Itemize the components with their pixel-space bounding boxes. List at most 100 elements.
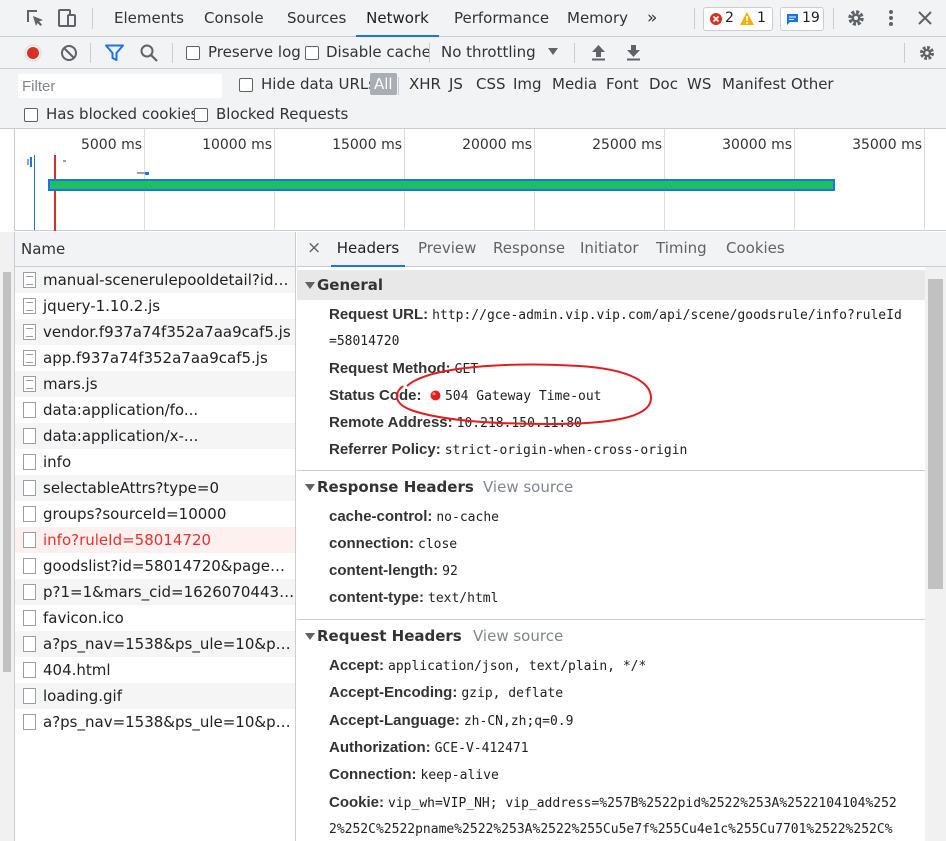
more-options-icon[interactable] bbox=[880, 7, 902, 29]
scrollbar-thumb[interactable] bbox=[3, 272, 11, 672]
request-name: 404.html bbox=[43, 661, 111, 679]
filter-type-doc[interactable]: Doc bbox=[649, 75, 678, 93]
response-view-source-link[interactable]: View source bbox=[483, 472, 573, 502]
tab-timing[interactable]: Timing bbox=[656, 232, 707, 267]
cookie-value-cont: 2%252C%2522pname%2522%253A%2522%255Cu5e7… bbox=[329, 822, 893, 837]
tab-headers[interactable]: Headers bbox=[331, 232, 405, 267]
request-header-row: Accept-Encoding: gzip, deflate bbox=[329, 684, 929, 701]
messages-counter[interactable]: 19 bbox=[780, 7, 824, 31]
response-header-row: content-length: 92 bbox=[329, 562, 929, 579]
response-headers-section-header[interactable]: Response Headers View source bbox=[297, 472, 925, 502]
request-name: mars.js bbox=[43, 375, 98, 393]
clear-icon[interactable] bbox=[60, 44, 78, 62]
name-column-header[interactable]: Name bbox=[15, 232, 295, 267]
filter-type-ws[interactable]: WS bbox=[687, 75, 711, 93]
header-value: application/json, text/plain, */* bbox=[388, 659, 647, 674]
tab-initiator[interactable]: Initiator bbox=[580, 232, 639, 267]
close-devtools-icon[interactable] bbox=[914, 7, 936, 29]
request-row[interactable]: selectableAttrs?type=0 bbox=[15, 475, 295, 501]
separator bbox=[429, 43, 430, 63]
settings-gear-icon[interactable] bbox=[845, 7, 867, 29]
request-row[interactable]: vendor.f937a74f352a7aa9caf5.js bbox=[15, 319, 295, 345]
device-toolbar-icon[interactable] bbox=[56, 7, 78, 29]
filter-type-media[interactable]: Media bbox=[552, 75, 597, 93]
request-url-value-cont: =58014720 bbox=[329, 334, 400, 349]
request-view-source-link[interactable]: View source bbox=[473, 621, 563, 651]
request-row[interactable]: info?ruleId=58014720 bbox=[15, 527, 295, 553]
disable-cache-checkbox[interactable] bbox=[305, 46, 319, 60]
request-row[interactable]: p?1=1&mars_cid=1626070443042_... bbox=[15, 579, 295, 605]
has-blocked-cookies-checkbox[interactable] bbox=[24, 108, 38, 122]
request-row[interactable]: 404.html bbox=[15, 657, 295, 683]
blocked-requests-checkbox[interactable] bbox=[194, 108, 208, 122]
export-har-icon[interactable] bbox=[626, 44, 641, 61]
message-count: 19 bbox=[802, 10, 820, 26]
request-row[interactable]: favicon.ico bbox=[15, 605, 295, 631]
filter-type-xhr[interactable]: XHR bbox=[409, 75, 441, 93]
filter-type-js[interactable]: JS bbox=[449, 75, 463, 93]
request-row[interactable]: loading.gif bbox=[15, 683, 295, 709]
request-row[interactable]: jquery-1.10.2.js bbox=[15, 293, 295, 319]
blank-file-icon bbox=[23, 636, 36, 652]
more-tabs-button[interactable]: » bbox=[647, 0, 657, 37]
filter-type-manifest[interactable]: Manifest bbox=[722, 75, 786, 93]
general-section-header[interactable]: General bbox=[297, 270, 925, 300]
throttling-select[interactable]: No throttling bbox=[441, 43, 536, 61]
header-key: Cookie: bbox=[329, 793, 385, 811]
request-name: selectableAttrs?type=0 bbox=[43, 479, 220, 497]
response-header-row: cache-control: no-cache bbox=[329, 508, 929, 525]
filter-type-other[interactable]: Other bbox=[791, 75, 834, 93]
tab-cookies[interactable]: Cookies bbox=[726, 232, 785, 267]
details-scrollbar[interactable] bbox=[925, 267, 946, 841]
tab-preview[interactable]: Preview bbox=[418, 232, 476, 267]
close-details-button[interactable]: × bbox=[307, 232, 321, 267]
filter-input[interactable] bbox=[18, 74, 222, 98]
blank-file-icon bbox=[23, 402, 36, 418]
request-row[interactable]: app.f937a74f352a7aa9caf5.js bbox=[15, 345, 295, 371]
tick-label: 35000 ms bbox=[852, 137, 922, 153]
separator bbox=[694, 8, 695, 29]
blank-file-icon bbox=[23, 532, 36, 548]
header-key: Accept: bbox=[329, 657, 385, 674]
request-row[interactable]: groups?sourceId=10000 bbox=[15, 501, 295, 527]
request-row[interactable]: goodslist?id=58014720&pageNum... bbox=[15, 553, 295, 579]
record-icon[interactable] bbox=[24, 44, 42, 62]
request-row[interactable]: info bbox=[15, 449, 295, 475]
filter-type-font[interactable]: Font bbox=[606, 75, 639, 93]
import-har-icon[interactable] bbox=[591, 44, 606, 61]
tab-sources[interactable]: Sources bbox=[287, 0, 346, 37]
preserve-log-checkbox[interactable] bbox=[186, 46, 200, 60]
request-row[interactable]: mars.js bbox=[15, 371, 295, 397]
request-row[interactable]: manual-scenerulepooldetail?id=58... bbox=[15, 267, 295, 293]
left-scrollbar[interactable] bbox=[0, 232, 14, 841]
tick-label: 15000 ms bbox=[332, 137, 402, 153]
tab-network[interactable]: Network bbox=[356, 0, 439, 37]
filter-icon[interactable] bbox=[105, 44, 124, 62]
network-overview-timeline[interactable]: 5000 ms 10000 ms 15000 ms 20000 ms 25000… bbox=[14, 129, 946, 231]
filter-type-img[interactable]: Img bbox=[513, 75, 542, 93]
request-url-value: http://gce-admin.vip.vip.com/api/scene/g… bbox=[432, 308, 902, 323]
tab-memory[interactable]: Memory bbox=[567, 0, 628, 37]
tab-performance[interactable]: Performance bbox=[454, 0, 549, 37]
request-row[interactable]: data:application/x-... bbox=[15, 423, 295, 449]
hide-data-urls-checkbox[interactable] bbox=[239, 78, 253, 92]
issues-counter[interactable]: 2 1 bbox=[703, 7, 773, 31]
tab-elements[interactable]: Elements bbox=[114, 0, 184, 37]
scrollbar-thumb[interactable] bbox=[928, 279, 943, 589]
request-headers-section-header[interactable]: Request Headers View source bbox=[297, 621, 925, 651]
filter-type-css[interactable]: CSS bbox=[476, 75, 506, 93]
expand-triangle-icon bbox=[305, 484, 315, 491]
request-row[interactable]: a?ps_nav=1538&ps_ule=10&ps_rd... bbox=[15, 631, 295, 657]
referrer-policy-value: strict-origin-when-cross-origin bbox=[444, 443, 688, 458]
filter-type-all[interactable]: All bbox=[370, 73, 397, 95]
blank-file-icon bbox=[23, 662, 36, 678]
search-icon[interactable] bbox=[140, 44, 158, 62]
request-mark bbox=[63, 160, 66, 162]
blank-file-icon bbox=[23, 428, 36, 444]
inspect-element-icon[interactable] bbox=[24, 7, 46, 29]
request-row[interactable]: a?ps_nav=1538&ps_ule=10&ps_rd... bbox=[15, 709, 295, 735]
tab-console[interactable]: Console bbox=[204, 0, 264, 37]
tab-response[interactable]: Response bbox=[493, 232, 565, 267]
request-row[interactable]: data:application/fo... bbox=[15, 397, 295, 423]
network-settings-gear-icon[interactable] bbox=[917, 43, 937, 63]
